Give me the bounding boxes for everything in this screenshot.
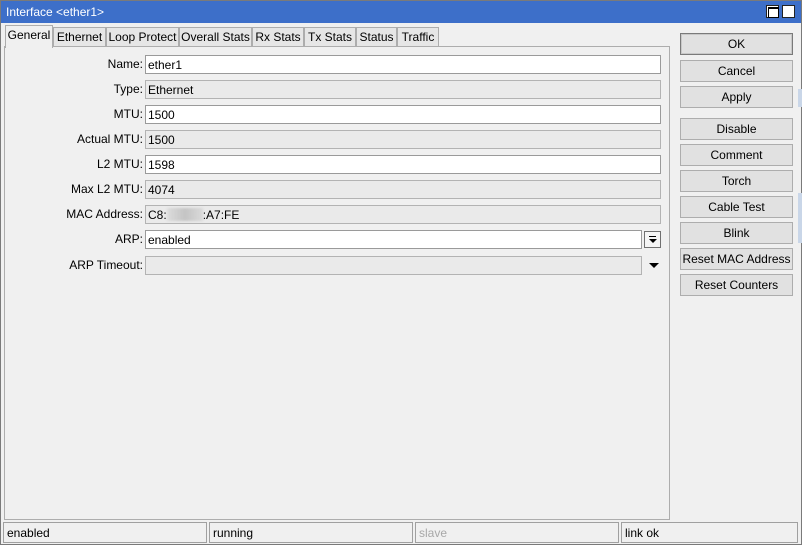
title-bar[interactable]: Interface <ether1> ✕ bbox=[1, 1, 801, 23]
tab-general[interactable]: General bbox=[5, 25, 53, 48]
tab-tx-stats[interactable]: Tx Stats bbox=[304, 27, 356, 47]
cancel-button[interactable]: Cancel bbox=[680, 60, 793, 82]
type-label: Type: bbox=[113, 82, 143, 96]
tab-ethernet[interactable]: Ethernet bbox=[53, 27, 106, 47]
arp-timeout-label: ARP Timeout: bbox=[69, 258, 143, 272]
background-window-edge bbox=[798, 89, 802, 107]
arp-row: ARP: enabled bbox=[5, 230, 671, 249]
l2-mtu-row: L2 MTU: 1598 bbox=[5, 155, 671, 174]
redacted-blur bbox=[166, 208, 203, 221]
mac-address-field: C8: :A7:FE bbox=[145, 205, 661, 224]
mtu-row: MTU: 1500 bbox=[5, 105, 671, 124]
disable-button[interactable]: Disable bbox=[680, 118, 793, 140]
arp-label: ARP: bbox=[114, 232, 143, 246]
tab-rx-stats[interactable]: Rx Stats bbox=[252, 27, 304, 47]
window-title: Interface <ether1> bbox=[6, 5, 105, 19]
status-running: running bbox=[209, 522, 413, 543]
mac-address-label: MAC Address: bbox=[66, 207, 143, 221]
tab-overall-stats[interactable]: Overall Stats bbox=[179, 27, 252, 47]
mtu-label: MTU: bbox=[113, 107, 143, 121]
arp-timeout-field[interactable] bbox=[145, 256, 642, 275]
mac-address-start: C8: bbox=[148, 208, 167, 222]
l2-mtu-label: L2 MTU: bbox=[96, 157, 143, 171]
mac-address-row: MAC Address: C8: :A7:FE bbox=[5, 205, 671, 224]
status-bar: enabled running slave link ok bbox=[1, 521, 801, 545]
status-slave: slave bbox=[415, 522, 619, 543]
arp-timeout-row: ARP Timeout: bbox=[5, 256, 671, 275]
torch-button[interactable]: Torch bbox=[680, 170, 793, 192]
tab-traffic[interactable]: Traffic bbox=[397, 27, 439, 47]
l2-mtu-input[interactable]: 1598 bbox=[145, 155, 661, 174]
actual-mtu-label: Actual MTU: bbox=[76, 132, 143, 146]
ok-button[interactable]: OK bbox=[680, 33, 793, 55]
max-l2-mtu-field: 4074 bbox=[145, 180, 661, 199]
name-label: Name: bbox=[107, 57, 143, 71]
reset-counters-button[interactable]: Reset Counters bbox=[680, 274, 793, 296]
tab-loop-protect[interactable]: Loop Protect bbox=[106, 27, 179, 47]
blink-button[interactable]: Blink bbox=[680, 222, 793, 244]
arp-dropdown-icon[interactable] bbox=[644, 231, 661, 248]
status-enabled: enabled bbox=[3, 522, 207, 543]
name-input[interactable]: ether1 bbox=[145, 55, 661, 74]
type-field: Ethernet bbox=[145, 80, 661, 99]
interface-window: Interface <ether1> ✕ General Ethernet Lo… bbox=[0, 0, 802, 545]
tab-status[interactable]: Status bbox=[356, 27, 397, 47]
name-row: Name: ether1 bbox=[5, 55, 671, 74]
type-row: Type: Ethernet bbox=[5, 80, 671, 99]
arp-select[interactable]: enabled bbox=[145, 230, 642, 249]
maximize-icon[interactable] bbox=[766, 5, 779, 18]
close-icon[interactable]: ✕ bbox=[782, 5, 795, 18]
actual-mtu-row: Actual MTU: 1500 bbox=[5, 130, 671, 149]
reset-mac-address-button[interactable]: Reset MAC Address bbox=[680, 248, 793, 270]
comment-button[interactable]: Comment bbox=[680, 144, 793, 166]
max-l2-mtu-label: Max L2 MTU: bbox=[70, 182, 143, 196]
cable-test-button[interactable]: Cable Test bbox=[680, 196, 793, 218]
mac-address-end: :A7:FE bbox=[202, 208, 240, 222]
status-link: link ok bbox=[621, 522, 798, 543]
arp-timeout-expand-icon[interactable] bbox=[649, 263, 659, 268]
mtu-input[interactable]: 1500 bbox=[145, 105, 661, 124]
max-l2-mtu-row: Max L2 MTU: 4074 bbox=[5, 180, 671, 199]
background-window-edge bbox=[798, 193, 802, 243]
apply-button[interactable]: Apply bbox=[680, 86, 793, 108]
general-panel: Name: ether1 Type: Ethernet MTU: 1500 Ac… bbox=[4, 46, 670, 520]
actual-mtu-field: 1500 bbox=[145, 130, 661, 149]
